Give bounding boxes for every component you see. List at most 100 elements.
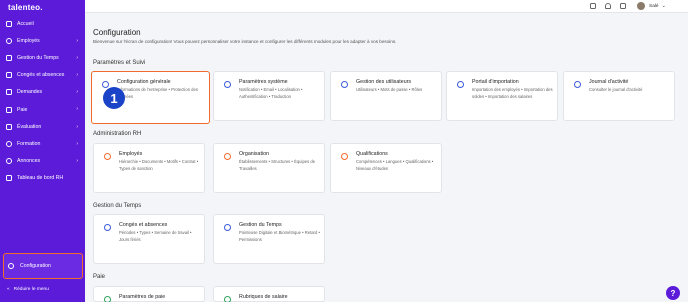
money-icon [104, 296, 111, 302]
section-title: Paramètres et Suivi [93, 60, 146, 66]
sidebar-item-label: Gestion du Temps [17, 54, 59, 61]
topbar: Salé ⌄ [85, 0, 688, 13]
sidebar-item-label: Tableau de bord RH [17, 175, 64, 182]
sidebar-item-label: Paie [17, 106, 28, 113]
card-employes[interactable]: Employés Hiérarchie • Documents • Motifs… [93, 143, 205, 193]
card-journal-activite[interactable]: Journal d'activité Consulter le journal … [563, 71, 675, 121]
chevron-down-icon: ⌄ [661, 3, 666, 9]
settings-icon [102, 81, 109, 88]
page-subtitle: Bienvenue sur l'écran de configuration! … [93, 39, 397, 44]
sidebar-item-label: Annonces [17, 158, 41, 165]
chart-icon [6, 123, 12, 130]
bell-icon[interactable] [605, 3, 611, 9]
calendar-icon [6, 72, 12, 79]
user-name: Salé [649, 3, 659, 9]
app-window: talenteo. Accueil Employés › Gestion du … [0, 0, 688, 302]
section-title: Gestion du Temps [93, 203, 142, 209]
sidebar-item-label: Accueil [17, 20, 34, 27]
gear-icon [8, 263, 14, 269]
sidebar-item-gestion-temps[interactable]: Gestion du Temps › [0, 49, 85, 66]
sidebar-item-conges[interactable]: Congés et absences › [0, 67, 85, 84]
list-icon [224, 296, 231, 302]
section-title: Paie [93, 274, 106, 280]
card-title: Paramètres système [239, 79, 288, 85]
card-description: Compétences • Langues • Qualifications •… [356, 159, 434, 171]
chevron-right-icon: › [76, 158, 78, 164]
award-icon [341, 153, 348, 160]
chevron-right-icon: › [76, 140, 78, 147]
chevron-right-icon: › [76, 72, 78, 79]
card-title: Gestion des utilisateurs [356, 79, 412, 85]
megaphone-icon [6, 158, 12, 165]
sidebar-item-label: Congés et absences [17, 72, 65, 79]
card-description: Utilisateurs • Mots de passe • Rôles [356, 87, 423, 92]
grid-icon[interactable] [620, 3, 626, 9]
collapse-menu-button[interactable]: « Réduire le menu [7, 287, 49, 292]
card-title: Journal d'activité [589, 79, 629, 85]
card-portail-importation[interactable]: Portail d'importation Importation des em… [446, 71, 558, 121]
user-menu[interactable]: Salé ⌄ [637, 2, 666, 10]
card-title: Portail d'importation [472, 79, 519, 85]
card-gestion-temps[interactable]: Gestion du Temps Pointeuse Digitale et B… [213, 214, 325, 264]
double-chevron-left-icon: « [7, 287, 10, 292]
clock-icon [6, 54, 12, 61]
graduation-icon [6, 140, 12, 147]
document-icon [6, 89, 12, 96]
sidebar-item-demandes[interactable]: Demandes › [0, 84, 85, 101]
card-gestion-utilisateurs[interactable]: Gestion des utilisateurs Utilisateurs • … [330, 71, 442, 121]
main-content: Configuration Bienvenue sur l'écran de c… [85, 13, 688, 302]
sidebar-item-paie[interactable]: Paie › [0, 101, 85, 118]
sidebar-item-label: Évaluation [17, 123, 42, 130]
page-title: Configuration [93, 28, 141, 37]
card-organisation[interactable]: Organisation Établissements • Structures… [213, 143, 325, 193]
sidebar-item-label: Demandes [17, 89, 43, 96]
card-parametres-paie[interactable]: Paramètres de paie [93, 286, 205, 302]
card-title: Employés [119, 151, 143, 157]
sidebar-nav: Accueil Employés › Gestion du Temps › Co… [0, 15, 85, 187]
card-parametres-systeme[interactable]: Paramètres système Notification • Email … [213, 71, 325, 121]
card-rubriques-salaire[interactable]: Rubriques de salaire [213, 286, 325, 302]
card-title: Configuration générale [117, 79, 171, 85]
card-description: Périodes • Types • Semaine de travail • … [119, 230, 192, 242]
sidebar: talenteo. Accueil Employés › Gestion du … [0, 0, 85, 302]
clock-icon [224, 224, 231, 231]
wallet-icon [6, 106, 12, 113]
card-description: Établissements • Structures • Équipes de… [239, 159, 316, 171]
sidebar-item-annonces[interactable]: Annonces › [0, 153, 85, 170]
card-description: Consulter le journal d'activité [589, 87, 643, 92]
card-title: Rubriques de salaire [239, 294, 288, 300]
logo: talenteo. [8, 3, 43, 12]
card-description: Hiérarchie • Documents • Motifs • Contra… [119, 159, 199, 171]
collapse-menu-label: Réduire le menu [13, 287, 49, 292]
card-qualifications[interactable]: Qualifications Compétences • Langues • Q… [330, 143, 442, 193]
chevron-right-icon: › [76, 123, 78, 130]
import-icon [457, 81, 464, 88]
chevron-right-icon: › [76, 106, 78, 113]
sliders-icon [224, 81, 231, 88]
card-title: Qualifications [356, 151, 388, 157]
card-title: Congés et absences [119, 222, 168, 228]
home-icon [6, 20, 12, 27]
section-title: Administration RH [93, 131, 142, 137]
card-description: Notification • Email • Localisation • Au… [239, 87, 303, 99]
card-title: Paramètres de paie [119, 294, 166, 300]
sidebar-item-label: Configuration [20, 263, 51, 269]
sidebar-item-evaluation[interactable]: Évaluation › [0, 118, 85, 135]
sidebar-item-tableau-bord[interactable]: Tableau de bord RH [0, 170, 85, 187]
sidebar-item-configuration[interactable]: Configuration [3, 253, 83, 279]
organization-icon [224, 153, 231, 160]
sidebar-item-accueil[interactable]: Accueil [0, 15, 85, 32]
card-description: Informations de l'entreprise • Protectio… [117, 87, 198, 99]
history-icon [574, 81, 581, 88]
sidebar-item-formation[interactable]: Formation › [0, 135, 85, 152]
step-badge: 1 [103, 87, 125, 109]
card-title: Gestion du Temps [239, 222, 282, 228]
card-conges-absences[interactable]: Congés et absences Périodes • Types • Se… [93, 214, 205, 264]
sidebar-item-employes[interactable]: Employés › [0, 32, 85, 49]
user-settings-icon [341, 81, 348, 88]
sidebar-item-label: Formation [17, 140, 41, 147]
users-icon [6, 37, 12, 44]
dashboard-icon [6, 175, 12, 182]
help-button[interactable]: ? [666, 286, 680, 300]
gift-icon[interactable] [590, 3, 596, 9]
